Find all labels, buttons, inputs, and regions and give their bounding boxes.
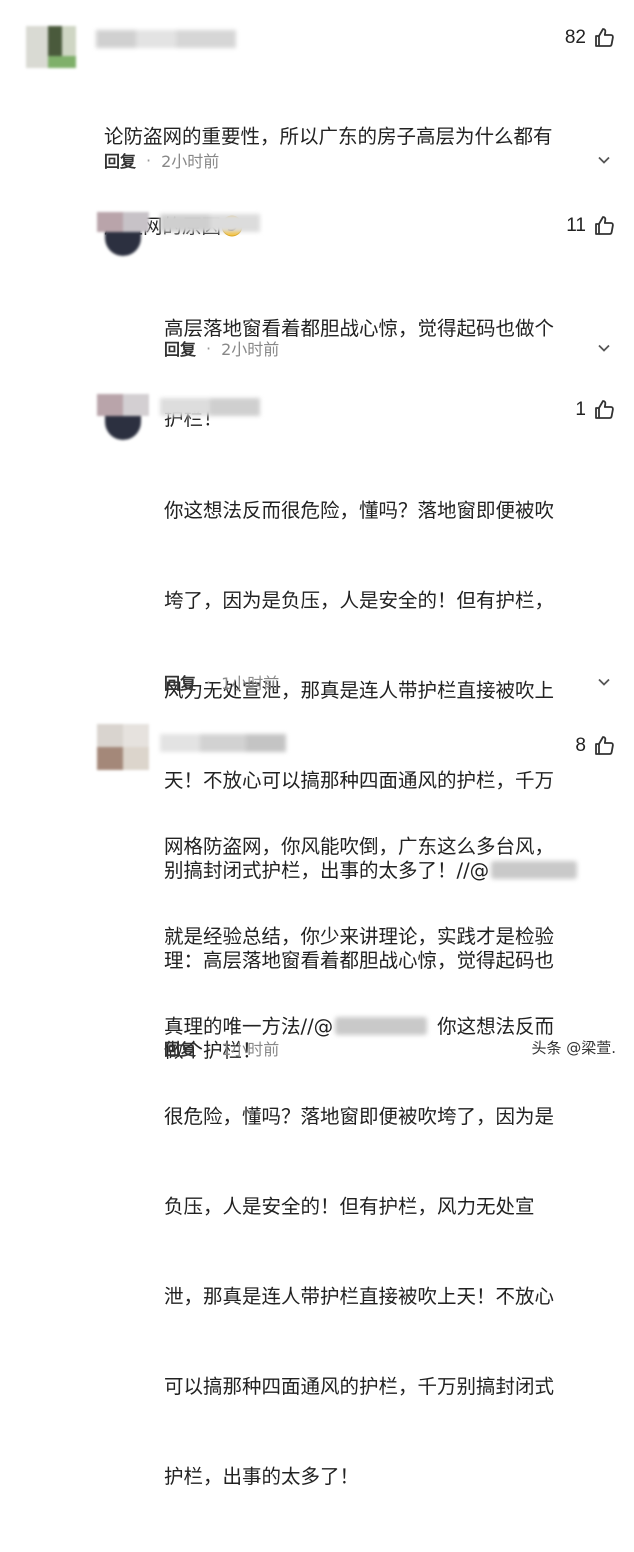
username[interactable] — [160, 398, 260, 416]
comment-text: 网格防盗网，你风能吹倒，广东这么多台风， 就是经验总结，你少来讲理论，实践才是检… — [164, 772, 614, 1552]
chevron-down-icon[interactable] — [596, 340, 612, 356]
timestamp: 2小时前 — [161, 152, 220, 171]
watermark: 头条 @梁萱. — [531, 1039, 616, 1057]
separator-dot: · — [206, 672, 212, 692]
username[interactable] — [96, 30, 236, 48]
comment-meta: 回复 · 2小时前 — [104, 148, 219, 172]
timestamp: 2小时前 — [221, 340, 280, 359]
comment-line: 网格防盗网，你风能吹倒，广东这么多台风， — [164, 835, 555, 858]
comment-3: 1 你这想法反而很危险，懂吗？落地窗即便被吹 垮了，因为是负压，人是安全的！但有… — [0, 380, 634, 1062]
avatar[interactable] — [26, 26, 76, 68]
separator-dot: · — [146, 150, 152, 170]
thumbs-up-icon[interactable] — [592, 26, 616, 50]
like-count: 11 — [566, 215, 586, 236]
comment-2: 11 高层落地窗看着都胆战心惊，觉得起码也做个 护栏！ 回复 · 2小时前 — [0, 190, 634, 430]
username[interactable] — [160, 214, 260, 232]
thumbs-up-icon[interactable] — [592, 214, 616, 238]
comment-line: 垮了，因为是负压，人是安全的！但有护栏， — [164, 589, 555, 612]
blurred-username — [335, 1017, 428, 1035]
comment-meta: 回复 · 2小时前 — [164, 336, 279, 360]
like-group[interactable]: 8 — [575, 734, 616, 758]
reply-button[interactable]: 回复 — [164, 1036, 196, 1060]
reply-button[interactable]: 回复 — [104, 148, 136, 172]
like-group[interactable]: 82 — [565, 26, 616, 50]
timestamp: 1小时前 — [221, 1040, 280, 1059]
avatar[interactable] — [97, 394, 149, 440]
thumbs-up-icon[interactable] — [592, 398, 616, 422]
comment-line: 负压，人是安全的！但有护栏，风力无处宣 — [164, 1195, 535, 1218]
comment-line: 你这想法反而 — [437, 1015, 555, 1038]
comment-meta: 回复 · 1小时前 — [164, 670, 279, 694]
comment-line: 泄，那真是连人带护栏直接被吹上天！不放心 — [164, 1285, 555, 1308]
chevron-down-icon[interactable] — [596, 674, 612, 690]
mention-link[interactable]: 真理的唯一方法//@ — [164, 1015, 333, 1038]
comment-1: 82 论防盗网的重要性，所以广东的房子高层为什么都有 房盗网的原因 回复 · 2… — [0, 0, 634, 238]
avatar[interactable] — [97, 724, 149, 770]
chevron-down-icon[interactable] — [596, 152, 612, 168]
comment-line: 可以搞那种四面通风的护栏，千万别搞封闭式 — [164, 1375, 555, 1398]
thumbs-up-icon[interactable] — [592, 734, 616, 758]
timestamp: 1小时前 — [221, 674, 280, 693]
like-group[interactable]: 11 — [566, 214, 616, 238]
comment-line: 你这想法反而很危险，懂吗？落地窗即便被吹 — [164, 499, 555, 522]
comment-line: 很危险，懂吗？落地窗即便被吹垮了，因为是 — [164, 1105, 555, 1128]
separator-dot: · — [206, 1038, 212, 1058]
like-count: 8 — [575, 735, 586, 756]
reply-button[interactable]: 回复 — [164, 670, 196, 694]
comment-line: 护栏，出事的太多了！ — [164, 1465, 360, 1488]
like-count: 1 — [575, 399, 586, 420]
comment-line: 就是经验总结，你少来讲理论，实践才是检验 — [164, 925, 555, 948]
separator-dot: · — [206, 338, 212, 358]
comment-meta: 回复 · 1小时前 — [164, 1036, 279, 1060]
comment-4: 8 网格防盗网，你风能吹倒，广东这么多台风， 就是经验总结，你少来讲理论，实践才… — [0, 710, 634, 1488]
reply-button[interactable]: 回复 — [164, 336, 196, 360]
username[interactable] — [160, 734, 286, 752]
like-count: 82 — [564, 27, 586, 48]
like-group[interactable]: 1 — [575, 398, 616, 422]
avatar[interactable] — [97, 212, 149, 256]
